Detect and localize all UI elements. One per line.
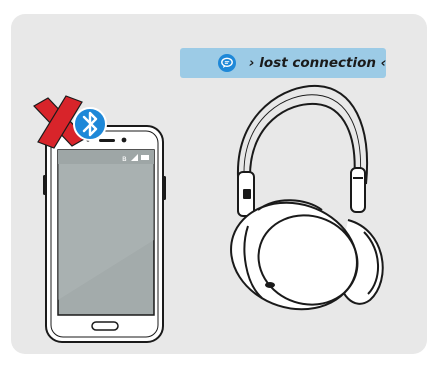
bluetooth-icon: [73, 107, 107, 141]
svg-text:ʙ: ʙ: [122, 154, 127, 163]
scene-artwork: ʙ: [33, 84, 384, 343]
home-button: [91, 321, 119, 331]
phone-screen: ʙ: [57, 149, 155, 316]
headphones: [230, 84, 384, 311]
